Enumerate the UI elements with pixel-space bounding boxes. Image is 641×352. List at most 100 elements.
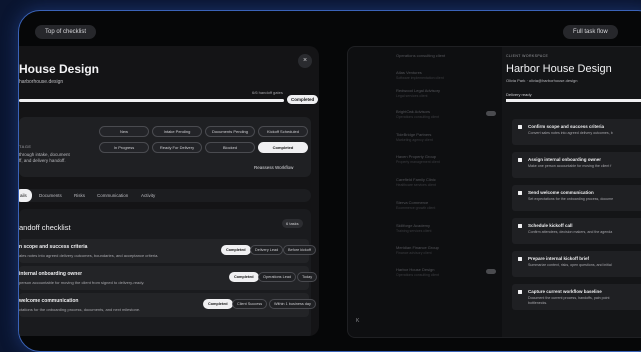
top-of-checklist-label: Top of checklist xyxy=(35,25,97,39)
task-desc-line: Confirm attendees, decision makers, and … xyxy=(528,230,613,234)
stage-kickoff-scheduled[interactable]: Kickoff Scheduled xyxy=(258,126,308,137)
task-checkbox[interactable] xyxy=(518,257,522,261)
client-list-item[interactable]: BrightOak Advisors Operations consulting … xyxy=(396,109,496,119)
task-description: Document the current process, handoffs, … xyxy=(528,296,609,306)
task-description: Set expectations for the onboarding proc… xyxy=(528,197,613,202)
task-flow-panel: Operations consulting client Atlas Ventur… xyxy=(347,46,641,338)
handoff-checklist-card: andoff checklist 6 tasks n scope and suc… xyxy=(19,209,318,336)
client-list-item[interactable]: Operations consulting client xyxy=(396,53,496,58)
handoff-progress-bar xyxy=(19,99,284,102)
task-title: Confirm scope and success criteria xyxy=(528,124,605,129)
task-checkbox[interactable] xyxy=(518,158,522,162)
delivery-progress-bar xyxy=(506,99,641,102)
client-name: Atlas Ventures xyxy=(396,70,422,75)
workspace-task-row[interactable]: Assign internal onboarding owner Make one… xyxy=(512,152,641,178)
workspace-task-row[interactable]: Confirm scope and success criteria Conver… xyxy=(512,119,641,145)
handoff-progress-label: 6/6 handoff gates xyxy=(252,90,283,95)
close-icon[interactable]: × xyxy=(298,54,312,68)
task-checkbox[interactable] xyxy=(518,290,522,294)
stage-in-progress[interactable]: In Progress xyxy=(99,142,149,153)
tab-details[interactable]: ails xyxy=(19,189,32,202)
checklist-task-row[interactable]: internal onboarding owner person account… xyxy=(19,266,318,290)
collapse-sidebar-icon[interactable]: K xyxy=(356,318,359,324)
tab-documents[interactable]: Documents xyxy=(39,189,62,202)
stage-new[interactable]: New xyxy=(99,126,149,137)
client-workspace-detail: CLIENT WORKSPACE Harbor House Design Oli… xyxy=(502,47,641,337)
task-desc-line: Set expectations for the onboarding proc… xyxy=(528,197,614,201)
client-list-item[interactable]: Skillforge Academy Training services clie… xyxy=(396,223,496,233)
full-task-flow-label: Full task flow xyxy=(563,25,618,39)
workspace-task-row[interactable]: Schedule kickoff call Confirm attendees, … xyxy=(512,218,641,244)
workspace-task-row[interactable]: Prepare internal kickoff brief Summarize … xyxy=(512,251,641,277)
task-checkbox[interactable] xyxy=(518,191,522,195)
tab-activity[interactable]: Activity xyxy=(141,189,155,202)
stage-completed[interactable]: Completed xyxy=(258,142,308,153)
checklist-title: andoff checklist xyxy=(19,223,71,232)
client-type: Finance advisory client xyxy=(396,251,432,255)
task-desc-line: Summarize context, risks, open questions… xyxy=(528,263,612,267)
client-type: Legal services client xyxy=(396,94,428,98)
task-status-badge: Completed xyxy=(221,245,251,255)
client-type: Software implementation client xyxy=(396,76,444,80)
task-desc-line: Make one person accountable for moving t… xyxy=(528,164,612,168)
handoff-progress-fill xyxy=(19,99,284,102)
task-title: internal onboarding owner xyxy=(19,271,83,277)
task-owner-tag: Client Success xyxy=(232,299,268,309)
client-name: Redwood Legal Advisory xyxy=(396,88,441,93)
task-title: Send welcome communication xyxy=(528,190,594,195)
task-checkbox[interactable] xyxy=(518,125,522,129)
task-due-tag: Within 1 business day xyxy=(269,299,316,309)
client-list-item[interactable]: Haven Property Group Property management … xyxy=(396,154,496,164)
task-title: welcome communication xyxy=(19,298,79,304)
stage-ready-for-delivery[interactable]: Ready For Delivery xyxy=(152,142,202,153)
client-list-item[interactable]: Meridian Finance Group Finance advisory c… xyxy=(396,245,496,255)
reassess-workflow-button[interactable]: Reassess Workflow xyxy=(254,165,293,170)
task-description: ctations for the onboarding process, doc… xyxy=(19,307,141,312)
tab-communication[interactable]: Communication xyxy=(97,189,128,202)
detail-tabs: ails Documents Risks Communication Activ… xyxy=(19,189,311,202)
client-list-item[interactable]: Redwood Legal Advisory Legal services cli… xyxy=(396,88,496,98)
workspace-task-row[interactable]: Capture current workflow baseline Documen… xyxy=(512,284,641,310)
task-title: Schedule kickoff call xyxy=(528,223,573,228)
stage-documents-pending[interactable]: Documents Pending xyxy=(205,126,255,137)
client-toggle[interactable] xyxy=(486,269,496,274)
client-type: Operations consulting client xyxy=(396,273,439,277)
browser-frame: Top of checklist Full task flow × House … xyxy=(18,10,641,352)
client-list-item[interactable]: Sterva Commerce Ecommerce growth client xyxy=(396,200,496,210)
stage-description: through intake, document ff, and deliver… xyxy=(19,152,89,164)
task-title: n scope and success criteria xyxy=(19,244,88,250)
delivery-ready-label: Delivery ready xyxy=(506,92,532,97)
client-name: BrightOak Advisors xyxy=(396,109,431,114)
workspace-contact: Olivia Park · olivia@harborhouse.design xyxy=(506,78,578,83)
task-due-tag: Today xyxy=(297,272,318,282)
checklist-task-row[interactable]: welcome communication ctations for the o… xyxy=(19,293,316,317)
workspace-title: Harbor House Design xyxy=(506,63,612,75)
workspace-task-row[interactable]: Send welcome communication Set expectatio… xyxy=(512,185,641,211)
task-status-badge: Completed xyxy=(229,272,259,282)
client-name: Meridian Finance Group xyxy=(396,245,439,250)
task-description: person accountable for moving the client… xyxy=(19,280,145,285)
stage-card: TAGE through intake, document ff, and de… xyxy=(19,117,311,177)
task-description: Summarize context, risks, open questions… xyxy=(528,263,612,268)
client-toggle[interactable] xyxy=(486,111,496,116)
task-title: Prepare internal kickoff brief xyxy=(528,256,590,261)
client-type: Marketing agency client xyxy=(396,138,433,142)
task-title: Assign internal onboarding owner xyxy=(528,157,602,162)
client-name: Skillforge Academy xyxy=(396,223,431,228)
checklist-task-row[interactable]: n scope and success criteria ales notes … xyxy=(19,239,316,263)
task-owner-tag: Operations Lead xyxy=(258,272,297,282)
stage-intake-pending[interactable]: Intake Pending xyxy=(152,126,202,137)
client-list-item[interactable]: Atlas Ventures Software implementation cl… xyxy=(396,70,496,80)
stage-label: TAGE xyxy=(19,144,32,149)
client-list-item[interactable]: Carefield Family Clinic Healthcare servic… xyxy=(396,177,496,187)
task-owner-tag: Delivery Lead xyxy=(250,245,284,255)
stage-blocked[interactable]: Blocked xyxy=(205,142,255,153)
client-type: Healthcare services client xyxy=(396,183,436,187)
client-list-item[interactable]: TideBridge Partners Marketing agency clie… xyxy=(396,132,496,142)
stage-desc-line: ff, and delivery handoff. xyxy=(19,158,66,163)
client-list-item[interactable]: Harbor House Design Operations consulting… xyxy=(396,267,496,277)
task-checkbox[interactable] xyxy=(518,224,522,228)
client-name: Carefield Family Clinic xyxy=(396,177,436,182)
task-description: Convert sales notes into agreed delivery… xyxy=(528,131,613,136)
tab-risks[interactable]: Risks xyxy=(74,189,85,202)
